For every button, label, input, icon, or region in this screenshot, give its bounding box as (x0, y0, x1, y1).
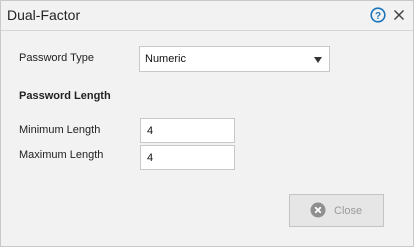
password-type-value: Numeric (145, 53, 186, 65)
minimum-length-input[interactable] (140, 118, 235, 143)
minimum-length-label: Minimum Length (19, 124, 101, 136)
close-button[interactable]: Close (289, 194, 384, 227)
maximum-length-label: Maximum Length (19, 149, 104, 161)
dialog-titlebar: Dual-Factor ? (1, 1, 413, 31)
chevron-down-icon (314, 57, 322, 63)
password-type-label: Password Type (19, 52, 95, 64)
close-circle-icon (310, 202, 326, 218)
maximum-length-input[interactable] (140, 145, 235, 170)
close-button-label: Close (334, 205, 363, 217)
help-icon[interactable]: ? (370, 7, 386, 23)
dual-factor-dialog: Dual-Factor ? Password Type Numeric Pass… (0, 0, 414, 247)
close-icon[interactable] (393, 9, 405, 21)
password-type-select[interactable]: Numeric (139, 46, 330, 72)
password-length-heading: Password Length (19, 90, 111, 102)
dialog-title: Dual-Factor (7, 7, 81, 23)
svg-text:?: ? (375, 11, 381, 22)
